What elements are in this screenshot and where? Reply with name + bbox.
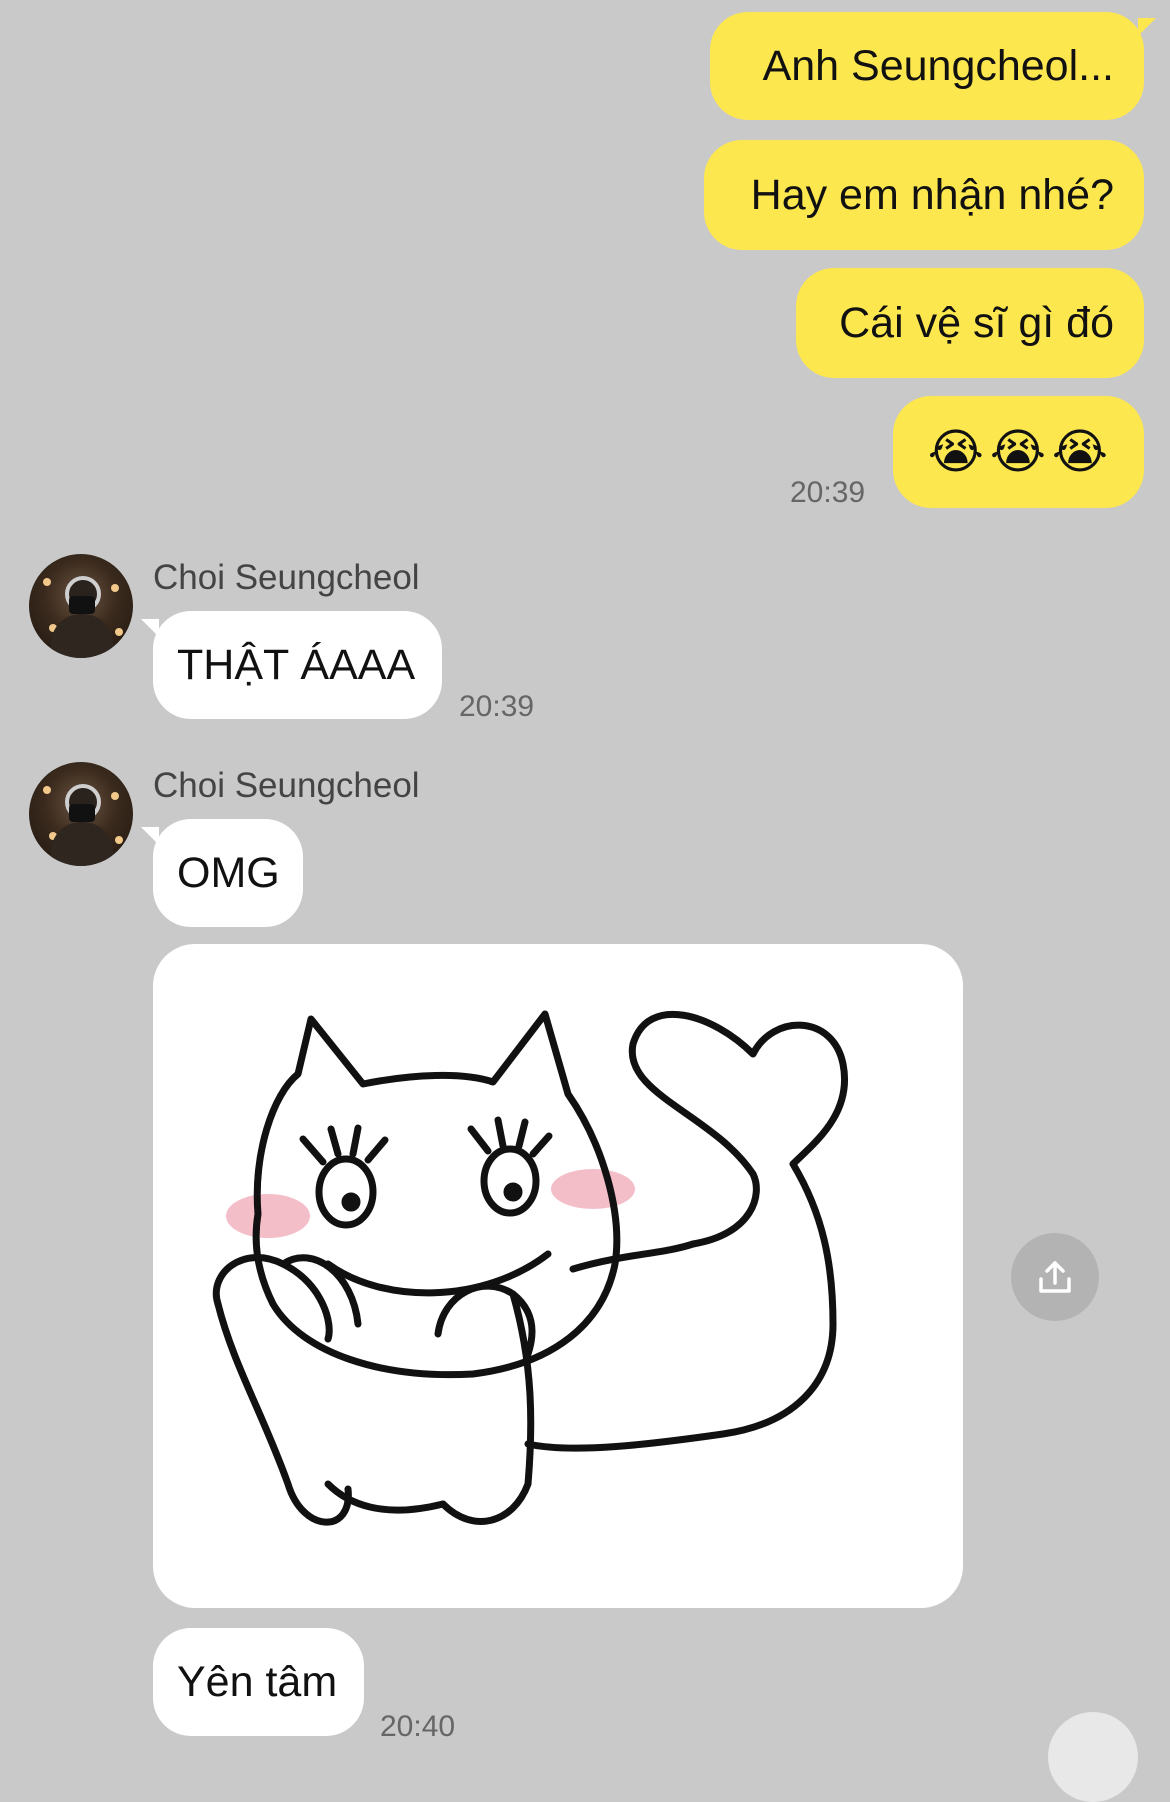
incoming-message-1[interactable]: THẬT ÁAAA [141,611,442,719]
outgoing-message-1[interactable]: Anh Seungcheol... [710,12,1156,120]
bubble-tail [1138,18,1156,36]
crying-emoji-text: 😭😭😭 [927,424,1114,480]
outgoing-message-2[interactable]: Hay em nhận nhé? [704,140,1144,250]
bubble-tail [141,619,159,637]
share-button[interactable] [1011,1233,1099,1321]
share-icon [1039,1261,1071,1293]
incoming-message-2[interactable]: OMG [141,819,303,927]
outgoing-timestamp: 20:39 [790,476,866,509]
cat-sticker[interactable] [153,944,963,1608]
avatar[interactable] [29,554,133,658]
avatar[interactable] [29,762,133,866]
bubble-tail [141,827,159,845]
message-text: Anh Seungcheol... [762,41,1114,90]
message-text: THẬT ÁAAA [177,640,416,689]
sender-name: Choi Seungcheol [153,558,420,597]
outgoing-message-4[interactable]: 😭😭😭 [893,396,1144,508]
scroll-down-button[interactable] [1048,1712,1138,1802]
outgoing-message-3[interactable]: Cái vệ sĩ gì đó [796,268,1144,378]
message-text: Cái vệ sĩ gì đó [839,298,1114,347]
incoming-timestamp: 20:39 [459,690,535,723]
cat-sticker-drawing [212,1010,848,1526]
sender-name: Choi Seungcheol [153,766,420,805]
message-text: OMG [177,848,280,897]
incoming-message-3[interactable]: Yên tâm [153,1628,364,1736]
message-text: Yên tâm [177,1657,338,1706]
message-text: Hay em nhận nhé? [750,170,1114,219]
incoming-timestamp: 20:40 [380,1710,456,1743]
